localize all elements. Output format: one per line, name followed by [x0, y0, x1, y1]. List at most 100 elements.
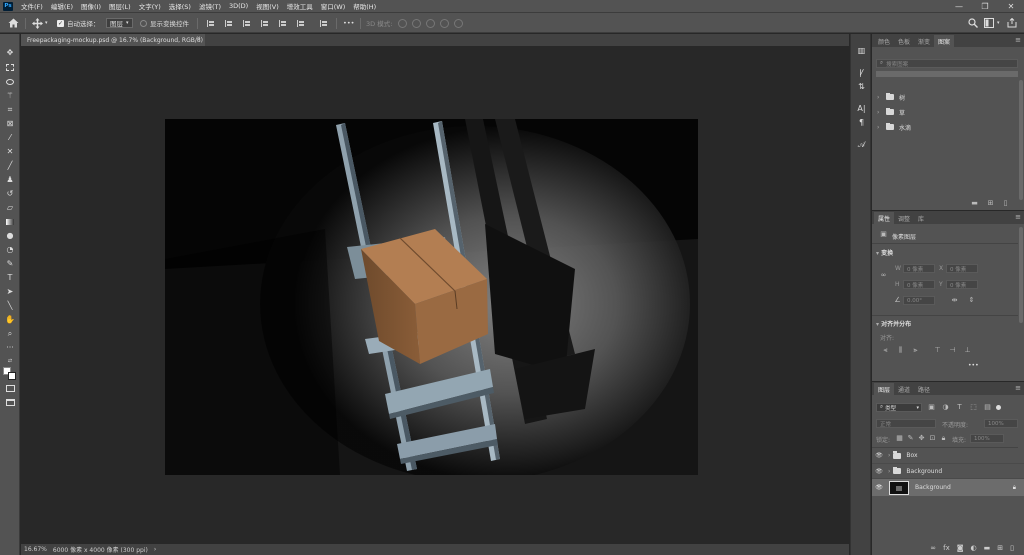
fill-input[interactable]: 100% — [970, 434, 1004, 443]
tab-channels[interactable]: 通道 — [894, 383, 914, 395]
pan-3d-icon[interactable] — [426, 19, 435, 28]
distribute-icon[interactable] — [320, 20, 328, 27]
link-icon[interactable]: ∞ — [930, 544, 936, 552]
align-right-icon[interactable] — [243, 20, 251, 27]
flip-horizontal-icon[interactable]: ⇹ — [951, 297, 958, 304]
slide-3d-icon[interactable] — [440, 19, 449, 28]
more-options-button[interactable]: ••• — [343, 17, 355, 29]
gradient-icon[interactable] — [5, 217, 15, 226]
align-horizontal-centers-icon[interactable]: ⫼ — [897, 347, 904, 354]
blur-icon[interactable]: ● — [5, 231, 15, 240]
filter-adjustment-icon[interactable]: ◑ — [942, 404, 949, 411]
more-tools-icon[interactable]: ··· — [5, 343, 15, 352]
align-left-icon[interactable] — [207, 20, 215, 27]
orbit-3d-icon[interactable] — [398, 19, 407, 28]
show-transform-checkbox[interactable]: 显示变换控件 — [140, 17, 189, 29]
pattern-folder-water[interactable]: › 水滴 — [872, 120, 1024, 134]
hand-icon[interactable]: ✋ — [5, 315, 15, 324]
align-top-edges-icon[interactable]: ⊤ — [934, 347, 941, 354]
filter-pixel-icon[interactable]: ▣ — [928, 404, 935, 411]
lock-transparency-icon[interactable]: ▦ — [896, 435, 903, 442]
path-select-icon[interactable]: ➤ — [5, 287, 15, 296]
flip-vertical-icon[interactable]: ⇕ — [968, 297, 975, 304]
align-right-edges-icon[interactable]: ⫸ — [912, 347, 919, 354]
screen-mode-icon[interactable] — [5, 398, 15, 407]
auto-select-checkbox[interactable]: ✓ 自动选择： — [57, 17, 100, 29]
trash-icon[interactable]: ▯ — [1002, 200, 1009, 207]
canvas-image[interactable] — [165, 119, 698, 475]
eye-icon[interactable]: 👁︎ — [872, 484, 886, 491]
type-icon[interactable]: T — [5, 273, 15, 282]
menu-file[interactable]: 文件(F) — [17, 1, 47, 11]
align-left-edges-icon[interactable]: ⫷ — [882, 347, 889, 354]
scrollbar[interactable] — [1019, 227, 1023, 323]
menu-view[interactable]: 视图(V) — [252, 1, 283, 11]
close-tab-icon[interactable]: × — [196, 35, 201, 42]
share-icon[interactable] — [1007, 17, 1017, 29]
new-pattern-icon[interactable]: ⊞ — [987, 200, 994, 207]
zoom-level[interactable]: 16.67% — [24, 546, 47, 553]
swap-colors-icon[interactable]: ⇄ — [5, 357, 15, 366]
new-group-icon[interactable]: ▬ — [971, 200, 978, 207]
minimize-button[interactable]: — — [946, 0, 972, 12]
new-layer-icon[interactable]: ⊞ — [997, 544, 1003, 552]
close-window-button[interactable]: ✕ — [998, 0, 1024, 12]
magic-wand-icon[interactable]: ⚚ — [5, 91, 15, 100]
menu-layer[interactable]: 图层(L) — [105, 1, 135, 11]
pattern-folder-trees[interactable]: › 树 — [872, 90, 1024, 104]
tab-gradients[interactable]: 渐变 — [914, 35, 934, 47]
tab-adjustments[interactable]: 调整 — [894, 212, 914, 224]
tab-layers[interactable]: 图层 — [874, 383, 895, 395]
adjustments-icon[interactable]: ⇅ — [856, 82, 867, 92]
line-icon[interactable]: ╲ — [5, 301, 15, 310]
menu-select[interactable]: 选择(S) — [165, 1, 195, 11]
move-tool-icon[interactable]: ▾ — [32, 17, 48, 29]
lock-position-icon[interactable]: ✥ — [918, 435, 925, 442]
pattern-search-input[interactable]: ⌕ 搜索图案 — [876, 59, 1018, 68]
align-vertical-centers-icon[interactable]: ⊣ — [949, 347, 956, 354]
x-input[interactable]: 0 像素 — [946, 264, 978, 273]
healing-icon[interactable]: ✕ — [5, 147, 15, 156]
move-icon[interactable]: ✥ — [5, 48, 15, 57]
menu-edit[interactable]: 编辑(E) — [47, 1, 77, 11]
tab-libraries[interactable]: 库 — [914, 212, 928, 224]
pattern-folder-grass[interactable]: › 草 — [872, 105, 1024, 119]
menu-image[interactable]: 图像(I) — [77, 1, 105, 11]
brush-settings-icon[interactable]: Ꝩ — [856, 68, 867, 78]
height-input[interactable]: 0 像素 — [903, 280, 935, 289]
roll-3d-icon[interactable] — [412, 19, 421, 28]
align-bottom-icon[interactable] — [297, 20, 305, 27]
lock-artboard-icon[interactable]: ⊡ — [929, 435, 936, 442]
lock-all-icon[interactable]: 🔒︎ — [940, 435, 947, 442]
search-icon[interactable] — [968, 17, 978, 29]
align-section-title[interactable]: ▾ 对齐并分布 — [876, 319, 911, 328]
menu-help[interactable]: 帮助(H) — [349, 1, 380, 11]
eraser-icon[interactable]: ▱ — [5, 203, 15, 212]
menu-3d[interactable]: 3D(D) — [225, 2, 252, 10]
frame-icon[interactable]: ⊠ — [5, 119, 15, 128]
history-brush-icon[interactable]: ↺ — [5, 189, 15, 198]
crop-icon[interactable]: ⌗ — [5, 105, 15, 114]
panel-menu-icon[interactable]: ≡ — [1015, 384, 1021, 392]
zoom-icon[interactable]: ⌕ — [5, 329, 15, 338]
scale-3d-icon[interactable] — [454, 19, 463, 28]
align-top-icon[interactable] — [261, 20, 269, 27]
pen-icon[interactable]: ✎ — [5, 259, 15, 268]
panel-menu-icon[interactable]: ≡ — [1015, 36, 1021, 44]
align-middle-icon[interactable] — [279, 20, 287, 27]
layer-row-box[interactable]: 👁︎ › Box — [872, 448, 1024, 463]
layer-filter-dropdown[interactable]: ⌕ 类型 ▾ — [876, 403, 922, 412]
lock-image-icon[interactable]: ✎ — [907, 435, 914, 442]
dodge-icon[interactable]: ◔ — [5, 245, 15, 254]
marquee-icon[interactable] — [5, 63, 15, 72]
link-dimensions-icon[interactable]: ∞ — [880, 272, 887, 279]
quick-mask-icon[interactable] — [5, 384, 15, 393]
filter-toggle-icon[interactable] — [996, 405, 1001, 410]
panel-menu-icon[interactable]: ≡ — [1015, 213, 1021, 221]
blend-mode-dropdown[interactable]: 正常 — [876, 419, 936, 428]
character-icon[interactable]: A| — [856, 104, 867, 114]
paragraph-icon[interactable]: ¶ — [856, 118, 867, 128]
adjustment-icon[interactable]: ◐ — [971, 544, 977, 552]
lasso-icon[interactable] — [5, 77, 15, 86]
transform-section-title[interactable]: ▾ 变换 — [876, 248, 893, 257]
